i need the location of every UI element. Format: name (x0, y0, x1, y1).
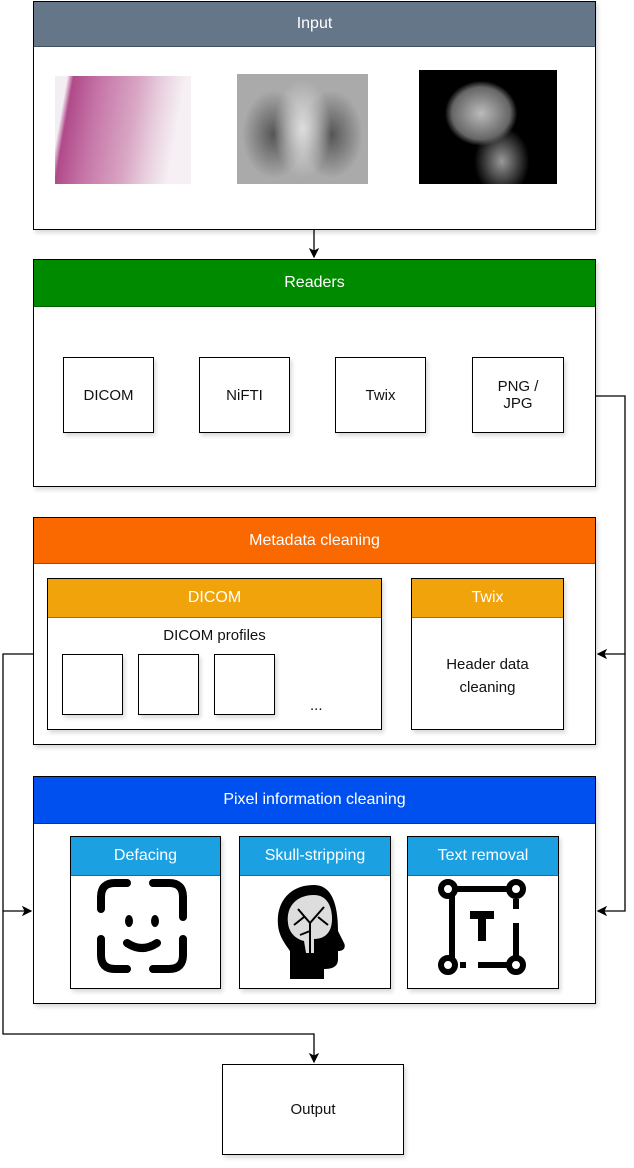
reader-nifti: NiFTI (199, 357, 290, 433)
reader-label: DICOM (83, 386, 134, 404)
dicom-profile-box (62, 654, 123, 715)
header-data-cleaning-label: Header data cleaning (446, 656, 529, 696)
input-section: Input (33, 1, 596, 230)
brain-mri-image (419, 70, 557, 184)
reader-png-jpg: PNG / JPG (472, 357, 564, 433)
face-scan-icon (97, 879, 187, 973)
metadata-title: Metadata cleaning (249, 531, 380, 549)
reader-twix: Twix (335, 357, 426, 433)
skull-stripping-step: Skull-stripping (239, 836, 391, 989)
dicom-profile-box (214, 654, 275, 715)
defacing-step: Defacing (70, 836, 221, 989)
chest-xray-image (237, 74, 368, 184)
reader-label: Twix (365, 386, 396, 404)
metadata-header: Metadata cleaning (34, 518, 595, 564)
twix-cleaning-header: Twix (412, 579, 563, 618)
pipeline-diagram: Input Readers DICOM NiFTI Twix PNG / JPG… (0, 0, 634, 1168)
dicom-profiles-label: DICOM profiles (163, 627, 266, 644)
input-header: Input (34, 2, 595, 47)
skull-stripping-title: Skull-stripping (264, 847, 366, 864)
text-removal-step: Text removal (407, 836, 559, 989)
arrow-png-to-pixel (596, 654, 626, 917)
dicom-cleaning-header: DICOM (48, 579, 381, 618)
defacing-header: Defacing (71, 837, 220, 876)
skull-stripping-header: Skull-stripping (240, 837, 390, 876)
reader-label: PNG / JPG (497, 378, 539, 412)
twix-cleaning-title: Twix (471, 589, 504, 606)
dicom-profile-box (138, 654, 199, 715)
twix-cleaning: Twix Header data cleaning (411, 578, 564, 730)
brain-head-icon (277, 885, 345, 979)
dicom-cleaning-title: DICOM (187, 589, 242, 606)
pixel-header: Pixel information cleaning (34, 777, 595, 824)
pixel-title: Pixel information cleaning (223, 791, 406, 808)
readers-header: Readers (34, 260, 595, 307)
arrow-metadata-to-pixel (2, 653, 33, 917)
text-removal-title: Text removal (437, 847, 529, 864)
input-title: Input (296, 15, 333, 32)
histology-image (55, 76, 191, 184)
text-removal-header: Text removal (408, 837, 558, 876)
output-box: Output (222, 1064, 404, 1155)
defacing-title: Defacing (113, 847, 178, 864)
dicom-cleaning: DICOM DICOM profiles ... (47, 578, 382, 730)
output-label: Output (290, 1101, 336, 1118)
readers-title: Readers (284, 274, 345, 291)
reader-dicom: DICOM (63, 357, 154, 433)
reader-label: NiFTI (226, 386, 263, 404)
more-profiles-ellipsis: ... (310, 697, 323, 714)
text-box-icon (438, 879, 526, 975)
